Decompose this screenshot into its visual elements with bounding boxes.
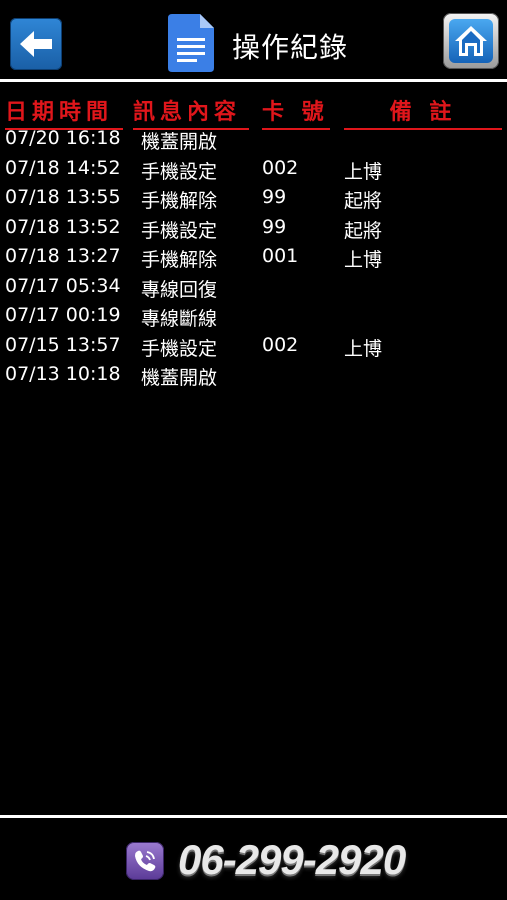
record-row[interactable]: 07/18 14:52 手機設定 002 上博 [0, 156, 507, 186]
record-card: 002 [262, 333, 299, 356]
record-time: 07/18 14:52 [5, 156, 121, 179]
record-card: 99 [262, 186, 287, 208]
record-note: 上博 [344, 249, 383, 271]
record-message: 手機解除 [141, 249, 218, 271]
record-card: 002 [262, 156, 299, 179]
record-row[interactable]: 07/20 16:18 機蓋開啟 [0, 126, 507, 156]
record-message: 手機設定 [141, 337, 218, 360]
record-row[interactable]: 07/18 13:52 手機設定 99 起將 [0, 215, 507, 245]
record-time: 07/18 13:55 [5, 186, 121, 208]
record-note: 起將 [344, 190, 383, 212]
record-time: 07/18 13:27 [5, 245, 121, 267]
phone-icon[interactable] [126, 842, 164, 880]
top-bar: 操作紀錄 [0, 0, 507, 80]
record-time: 07/17 05:34 [5, 274, 121, 297]
column-header-time: 日期時間 [5, 94, 123, 130]
record-time: 07/18 13:52 [5, 215, 121, 238]
record-note: 上博 [344, 160, 383, 183]
record-row[interactable]: 07/18 13:27 手機解除 001 上博 [0, 244, 507, 274]
record-message: 手機設定 [141, 219, 218, 242]
record-list: 07/20 16:18 機蓋開啟 07/18 14:52 手機設定 002 上博 07/18… [0, 126, 507, 392]
back-button[interactable] [10, 18, 62, 70]
column-header-card: 卡 號 [262, 94, 330, 130]
record-time: 07/17 00:19 [5, 304, 121, 326]
document-icon [168, 14, 214, 72]
record-message: 專線回復 [141, 278, 218, 301]
home-button-face [449, 19, 493, 63]
record-message: 手機解除 [141, 190, 218, 212]
record-card: 99 [262, 215, 287, 238]
record-note: 上博 [344, 337, 383, 360]
record-message: 手機設定 [141, 160, 218, 183]
record-card: 001 [262, 245, 299, 267]
record-time: 07/15 13:57 [5, 333, 121, 356]
record-row[interactable]: 07/18 13:55 手機解除 99 起將 [0, 185, 507, 215]
record-time: 07/20 16:18 [5, 127, 121, 149]
home-button[interactable] [443, 13, 499, 69]
record-row[interactable]: 07/17 05:34 專線回復 [0, 274, 507, 304]
phone-handset-icon [135, 850, 156, 872]
record-message: 專線斷線 [141, 308, 218, 330]
record-row[interactable]: 07/13 10:18 機蓋開啟 [0, 362, 507, 392]
record-message: 機蓋開啟 [141, 131, 218, 153]
record-row[interactable]: 07/17 00:19 專線斷線 [0, 303, 507, 333]
phone-number[interactable]: 06-299-2920 [178, 836, 406, 884]
record-time: 07/13 10:18 [5, 363, 121, 385]
column-header-note: 備 註 [344, 94, 502, 130]
header-divider [0, 79, 507, 82]
record-note: 起將 [344, 219, 383, 242]
arrow-left-icon [20, 31, 52, 57]
home-icon [455, 26, 487, 56]
footer: 06-299-2920 [0, 818, 507, 900]
record-row[interactable]: 07/15 13:57 手機設定 002 上博 [0, 333, 507, 363]
record-message: 機蓋開啟 [141, 367, 218, 389]
page-title: 操作紀錄 [232, 31, 349, 64]
column-header-message: 訊息內容 [133, 94, 249, 130]
